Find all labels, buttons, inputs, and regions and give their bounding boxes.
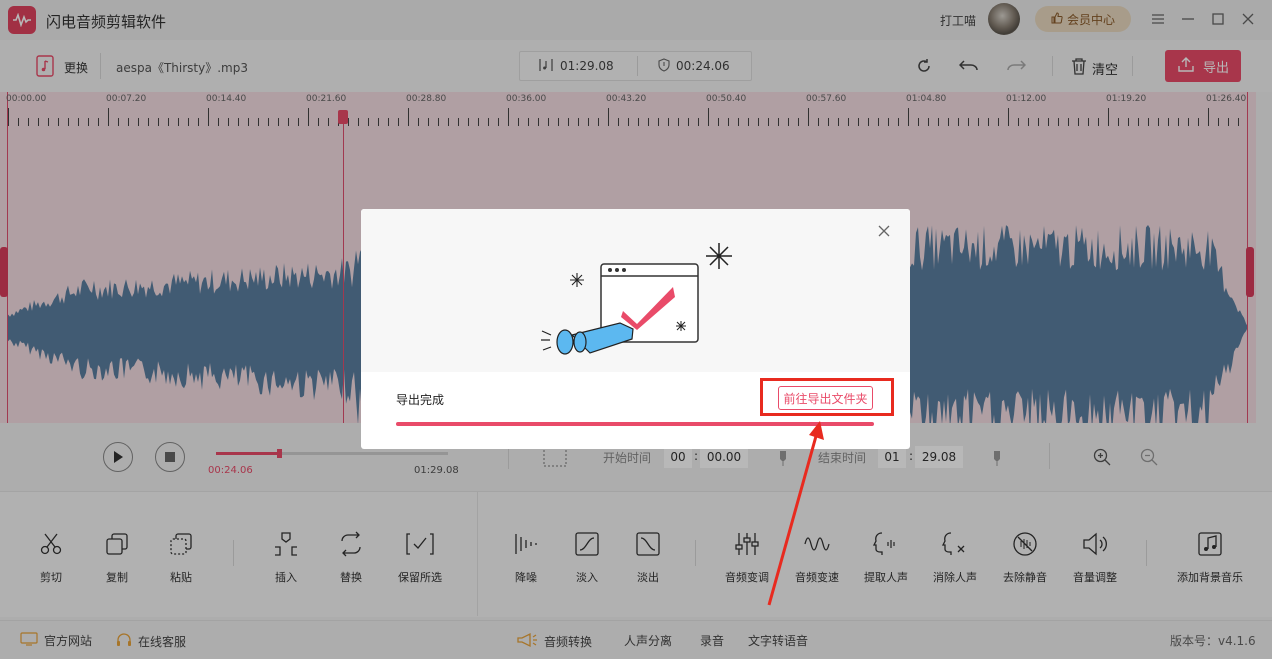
dialog-illustration-area bbox=[361, 209, 910, 372]
dialog-title: 导出完成 bbox=[396, 393, 445, 407]
annotation-highlight-box bbox=[760, 378, 894, 416]
export-success-illustration bbox=[541, 243, 732, 355]
annotation-arrow bbox=[767, 421, 824, 606]
dialog-close-icon[interactable] bbox=[875, 222, 893, 240]
